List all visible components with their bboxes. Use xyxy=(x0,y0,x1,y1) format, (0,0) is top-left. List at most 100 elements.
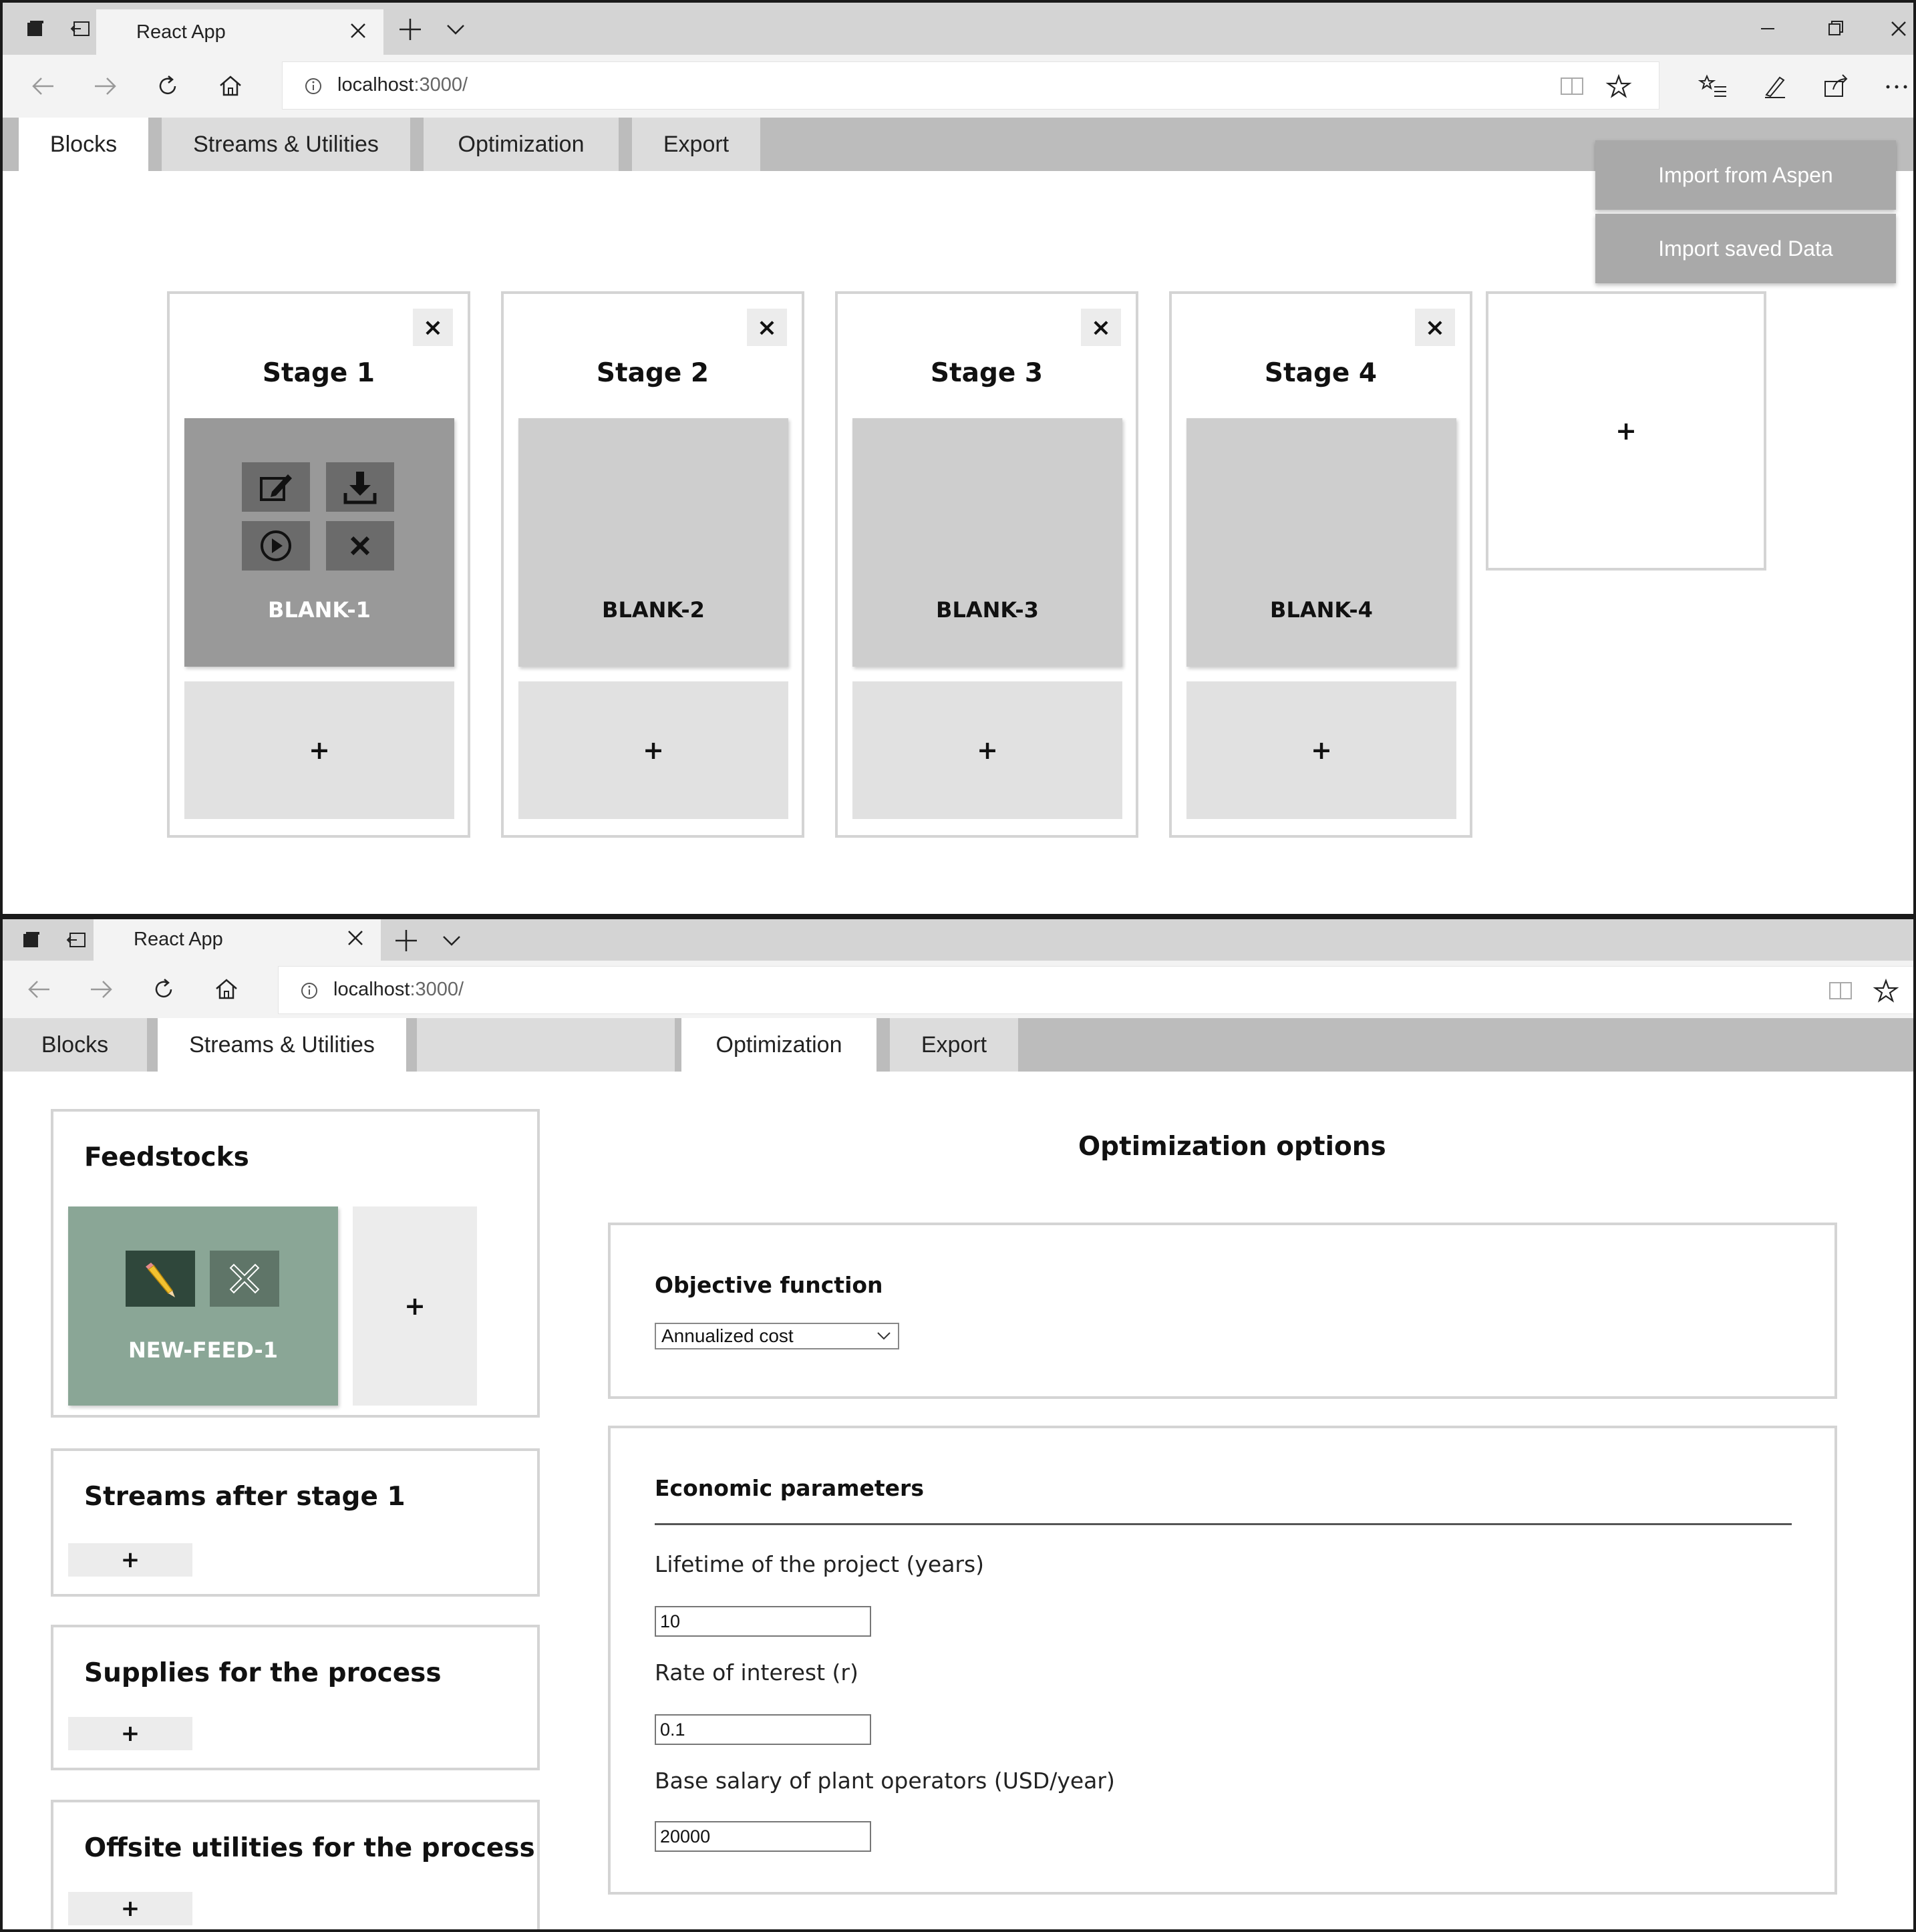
stage-card-1: × Stage 1 BLANK-1 + xyxy=(167,291,470,838)
stage-title: Stage 2 xyxy=(596,358,709,388)
stage-title: Stage 4 xyxy=(1264,358,1378,388)
streams-after-stage-panel: Streams after stage 1 + xyxy=(51,1448,540,1597)
close-icon: × xyxy=(422,313,444,341)
new-tab-icon[interactable] xyxy=(391,926,421,955)
address-bar[interactable]: localhost:3000/ xyxy=(282,61,1659,110)
home-icon[interactable] xyxy=(210,973,243,1006)
browser-tab[interactable]: React App xyxy=(96,9,383,55)
block-name: BLANK-1 xyxy=(268,597,371,623)
browser-window-blocks: React App localhost:3000/ Blocks Streams… xyxy=(0,0,1916,917)
favorite-star-icon[interactable] xyxy=(1605,73,1632,100)
tab-blocks[interactable]: Blocks xyxy=(19,118,148,171)
optimization-heading: Optimization options xyxy=(1078,1132,1386,1162)
site-info-icon[interactable] xyxy=(303,75,324,97)
set-tabs-aside-icon[interactable] xyxy=(61,925,92,955)
forward-icon[interactable] xyxy=(88,69,122,103)
address-bar[interactable]: localhost:3000/ xyxy=(278,966,1913,1014)
browser-window-streams: React App localhost:3000/ Blocks Streams… xyxy=(0,917,1916,1932)
add-stream-button[interactable]: + xyxy=(68,1543,192,1577)
favorite-star-icon[interactable] xyxy=(1873,977,1899,1004)
objective-function-select[interactable]: Annualized cost xyxy=(655,1323,899,1349)
back-icon[interactable] xyxy=(23,973,56,1006)
block-card[interactable]: BLANK-2 xyxy=(518,418,788,667)
new-tab-icon[interactable] xyxy=(395,15,425,44)
tab-optimization[interactable]: Optimization xyxy=(681,1018,876,1072)
remove-stage-button[interactable]: × xyxy=(747,309,787,346)
home-icon[interactable] xyxy=(214,69,247,103)
tab-export[interactable]: Export xyxy=(632,118,760,171)
tab-list-chevron-icon[interactable] xyxy=(441,15,470,44)
tab-streams-utilities[interactable]: Streams & Utilities xyxy=(162,118,410,171)
delete-block-icon[interactable] xyxy=(326,521,394,571)
add-block-button[interactable]: + xyxy=(518,681,788,819)
tab-actions-icon[interactable] xyxy=(16,925,47,955)
objective-function-box: Objective function Annualized cost xyxy=(608,1223,1837,1399)
add-supply-button[interactable]: + xyxy=(68,1717,192,1750)
add-block-button[interactable]: + xyxy=(184,681,454,819)
refresh-icon[interactable] xyxy=(147,973,180,1006)
add-block-button[interactable]: + xyxy=(1186,681,1456,819)
download-icon[interactable] xyxy=(326,462,394,512)
play-icon[interactable] xyxy=(242,521,310,571)
pen-notes-icon[interactable] xyxy=(1758,69,1792,103)
url-host: localhost xyxy=(333,979,410,1000)
interest-rate-input[interactable]: 0.1 xyxy=(655,1714,871,1745)
url-port: :3000/ xyxy=(414,74,468,96)
pencil-icon[interactable] xyxy=(126,1251,195,1307)
url-text: localhost:3000/ xyxy=(333,979,464,1001)
section-divider xyxy=(655,1523,1792,1525)
import-saved-data-button[interactable]: Import saved Data xyxy=(1595,214,1896,283)
feedstock-block[interactable]: NEW-FEED-1 xyxy=(68,1206,338,1406)
more-options-icon[interactable] xyxy=(1880,69,1913,103)
block-card[interactable]: BLANK-4 xyxy=(1186,418,1456,667)
remove-stage-button[interactable]: × xyxy=(1415,309,1455,346)
close-tab-icon[interactable] xyxy=(345,17,371,44)
tab-actions-icon[interactable] xyxy=(20,13,51,44)
tab-streams-utilities[interactable]: Streams & Utilities xyxy=(158,1018,406,1072)
browser-tab[interactable]: React App xyxy=(94,919,381,961)
favorites-list-icon[interactable] xyxy=(1697,69,1730,103)
close-icon: × xyxy=(1424,313,1446,341)
lifetime-input[interactable]: 10 xyxy=(655,1606,871,1637)
tab-blocks[interactable]: Blocks xyxy=(3,1018,147,1072)
close-window-icon[interactable] xyxy=(1879,12,1913,45)
block-card[interactable]: BLANK-1 xyxy=(184,418,454,667)
remove-stage-button[interactable]: × xyxy=(413,309,453,346)
restore-icon[interactable] xyxy=(1814,12,1855,45)
stage-card-3: × Stage 3 BLANK-3 + xyxy=(835,291,1138,838)
block-card[interactable]: BLANK-3 xyxy=(852,418,1122,667)
add-feedstock-button[interactable]: + xyxy=(353,1206,477,1406)
edit-icon[interactable] xyxy=(242,462,310,512)
url-port: :3000/ xyxy=(410,979,464,1000)
add-stage-button[interactable]: + xyxy=(1486,291,1766,571)
add-block-button[interactable]: + xyxy=(852,681,1122,819)
minimize-icon[interactable] xyxy=(1748,12,1788,45)
browser-tab-title: React App xyxy=(136,21,226,43)
tab-export[interactable]: Export xyxy=(890,1018,1018,1072)
stage-title: Stage 1 xyxy=(262,358,375,388)
navigation-bar: localhost:3000/ xyxy=(3,55,1913,118)
objective-function-label: Objective function xyxy=(655,1272,883,1298)
feedstocks-title: Feedstocks xyxy=(84,1142,249,1172)
tab-list-chevron-icon[interactable] xyxy=(437,926,466,955)
refresh-icon[interactable] xyxy=(151,69,184,103)
remove-stage-button[interactable]: × xyxy=(1081,309,1121,346)
forward-icon[interactable] xyxy=(84,973,118,1006)
supplies-title: Supplies for the process xyxy=(84,1658,442,1688)
tab-optimization[interactable]: Optimization xyxy=(424,118,619,171)
set-tabs-aside-icon[interactable] xyxy=(65,13,96,44)
share-icon[interactable] xyxy=(1820,69,1853,103)
close-tab-icon[interactable] xyxy=(342,925,369,951)
app-tab-bar: Blocks Streams & Utilities Optimization … xyxy=(3,1018,1913,1072)
reading-view-icon[interactable] xyxy=(1559,74,1585,98)
back-icon[interactable] xyxy=(27,69,60,103)
base-salary-label: Base salary of plant operators (USD/year… xyxy=(655,1768,1115,1794)
close-x-icon[interactable] xyxy=(210,1251,279,1307)
reading-view-icon[interactable] xyxy=(1827,979,1854,1003)
site-info-icon[interactable] xyxy=(299,980,320,1001)
add-utility-button[interactable]: + xyxy=(68,1892,192,1925)
base-salary-input[interactable]: 20000 xyxy=(655,1821,871,1852)
feedstocks-panel: Feedstocks NEW-FEED-1 + xyxy=(51,1109,540,1418)
import-from-aspen-button[interactable]: Import from Aspen xyxy=(1595,140,1896,210)
economic-parameters-label: Economic parameters xyxy=(655,1475,924,1501)
